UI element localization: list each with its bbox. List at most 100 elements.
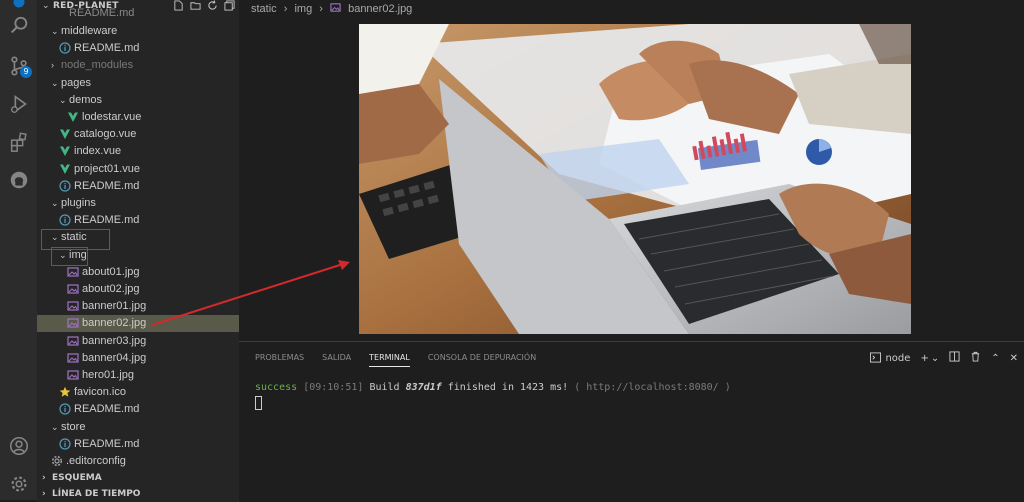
tree-file[interactable]: banner03.jpg [37, 333, 239, 350]
image-file-icon [67, 369, 82, 381]
panel-tab[interactable]: TERMINAL [369, 353, 410, 367]
vue-file-icon [67, 111, 82, 123]
tree-item-label: README.md [74, 403, 140, 416]
business-desk-photo [359, 24, 911, 334]
image-file-icon [67, 300, 82, 312]
tree-item-label: README.md [74, 214, 140, 227]
image-file-icon [330, 3, 341, 15]
account-icon[interactable] [0, 432, 37, 460]
tree-item-clipped[interactable]: README.md [37, 8, 239, 18]
panel-tab[interactable]: CONSOLA DE DEPURACIÓN [428, 353, 536, 367]
tree-folder[interactable]: ⌄ plugins [37, 195, 239, 212]
panel-tab[interactable]: SALIDA [322, 353, 351, 367]
terminal-output: success [09:10:51] Build 837d1f finished… [255, 382, 731, 393]
tree-file[interactable]: hero01.jpg [37, 367, 239, 384]
tree-file[interactable]: index.vue [37, 143, 239, 160]
chevron-down-icon: ⌄ [51, 77, 59, 88]
tree-folder[interactable]: › node_modules [37, 57, 239, 74]
vue-file-icon [59, 163, 74, 175]
tree-file[interactable]: README.md [37, 40, 239, 57]
extensions-icon[interactable] [0, 128, 37, 156]
status-text: success [255, 382, 298, 393]
breadcrumb-static[interactable]: static [251, 3, 277, 15]
gear-icon [51, 455, 66, 467]
source-control-badge: 9 [20, 66, 32, 78]
breadcrumb: static › img › banner02.jpg [251, 2, 416, 15]
tree-item-label: index.vue [74, 145, 122, 158]
link-open-paren: ( [574, 382, 581, 393]
tree-item-label: demos [69, 93, 103, 106]
info-icon [59, 42, 74, 54]
localhost-link[interactable]: http://localhost:8080/ [586, 382, 718, 393]
panel-tab[interactable]: PROBLEMAS [255, 353, 304, 367]
tree-file[interactable]: catalogo.vue [37, 126, 239, 143]
timestamp: [09:10:51] [303, 382, 364, 393]
tree-file[interactable]: .editorconfig [37, 453, 239, 470]
tree-item-label: README.md [74, 42, 140, 55]
breadcrumb-file[interactable]: banner02.jpg [348, 3, 412, 15]
star-icon [59, 386, 74, 398]
new-terminal-icon[interactable]: + [920, 353, 928, 364]
tree-file[interactable]: lodestar.vue [37, 109, 239, 126]
tree-file[interactable]: README.md [37, 212, 239, 229]
tree-file[interactable]: README.md [37, 401, 239, 418]
terminal-icon[interactable] [870, 351, 882, 365]
vue-file-icon [59, 128, 74, 140]
tree-item-label: about02.jpg [82, 283, 140, 295]
tree-folder[interactable]: ⌄ demos [37, 92, 239, 109]
github-icon[interactable] [0, 166, 37, 194]
panel-actions: node + ⌄ ⌃ ✕ [870, 351, 1018, 365]
tree-file[interactable]: favicon.ico [37, 384, 239, 401]
tree-item-label: README.md [74, 437, 140, 450]
breadcrumb-img[interactable]: img [294, 3, 312, 15]
close-panel-icon[interactable]: ✕ [1010, 353, 1018, 364]
tree-file[interactable]: README.md [37, 178, 239, 195]
tree-item-label: .editorconfig [66, 455, 126, 467]
tree-file[interactable]: project01.vue [37, 161, 239, 178]
outline-section[interactable]: › ESQUEMA [37, 470, 239, 486]
tree-folder[interactable]: ⌄ pages [37, 75, 239, 92]
vue-file-icon [59, 145, 74, 157]
terminal-name[interactable]: node [885, 353, 910, 364]
maximize-panel-icon[interactable]: ⌃ [991, 353, 999, 364]
split-terminal-icon[interactable] [949, 351, 960, 365]
tree-item-label: banner02.jpg [82, 317, 147, 330]
search-icon[interactable] [0, 12, 37, 40]
image-file-icon [67, 352, 82, 364]
tree-item-label: project01.vue [74, 162, 141, 175]
image-file-icon [67, 335, 82, 347]
tree-item-label: README.md [74, 179, 140, 192]
explorer-sidebar: ⌄ RED-PLANET README.md ⌄ middleware README… [37, 0, 239, 502]
trash-icon[interactable] [970, 351, 981, 365]
link-close-paren: ) [724, 382, 731, 393]
source-control-icon[interactable] [0, 52, 37, 80]
tree-item-label: lodestar.vue [82, 111, 142, 123]
tree-file[interactable]: banner04.jpg [37, 350, 239, 367]
image-file-icon [67, 317, 82, 329]
tree-item-label: about01.jpg [82, 265, 140, 278]
tree-file[interactable]: README.md [37, 436, 239, 453]
tree-file[interactable]: banner01.jpg [37, 298, 239, 315]
chevron-right-icon: › [319, 3, 323, 15]
build-label: Build [369, 382, 400, 393]
tree-item-label: middleware [61, 25, 118, 37]
manage-gear-icon[interactable] [0, 470, 37, 498]
bottom-panel: PROBLEMAS SALIDA TERMINAL CONSOLA DE DEPURA… [239, 341, 1024, 501]
tree-item-label: favicon.ico [74, 386, 126, 399]
chevron-down-icon[interactable]: ⌄ [931, 353, 939, 364]
run-debug-icon[interactable] [0, 90, 37, 118]
info-icon [59, 403, 74, 416]
activity-bar: 9 [0, 0, 37, 500]
chevron-right-icon: › [51, 60, 54, 71]
tree-item-label: plugins [61, 197, 96, 209]
tree-folder[interactable]: ⌄ middleware [37, 23, 239, 40]
tree-file[interactable]: banner02.jpg [37, 315, 239, 333]
chevron-down-icon: ⌄ [51, 198, 59, 208]
editor-area: static › img › banner02.jpg [239, 0, 1024, 340]
chevron-down-icon: ⌄ [51, 26, 59, 36]
tree-folder[interactable]: ⌄ store [37, 419, 239, 436]
tree-item-label: hero01.jpg [82, 369, 134, 381]
image-file-icon [67, 283, 82, 295]
tree-file[interactable]: about02.jpg [37, 281, 239, 298]
tree-file[interactable]: about01.jpg [37, 264, 239, 281]
